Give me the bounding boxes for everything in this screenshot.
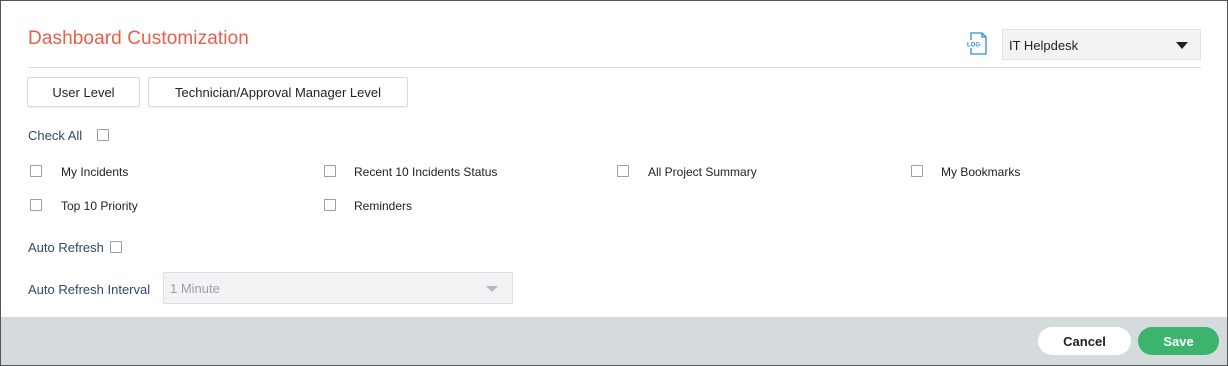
log-file-icon[interactable]: LOG xyxy=(965,32,989,56)
my-incidents-checkbox[interactable] xyxy=(30,165,42,177)
site-select[interactable]: IT Helpdesk xyxy=(1002,29,1201,60)
auto-refresh-interval-label: Auto Refresh Interval xyxy=(28,282,151,297)
auto-refresh-label: Auto Refresh xyxy=(28,240,104,255)
recent-10-incidents-status-label: Recent 10 Incidents Status xyxy=(354,165,498,179)
auto-refresh-interval-value: 1 Minute xyxy=(170,281,220,296)
auto-refresh-checkbox[interactable] xyxy=(110,241,122,253)
top-10-priority-checkbox[interactable] xyxy=(30,199,42,211)
top-10-priority-label: Top 10 Priority xyxy=(61,199,138,213)
my-bookmarks-checkbox[interactable] xyxy=(911,165,923,177)
cancel-button[interactable]: Cancel xyxy=(1038,327,1131,355)
check-all-checkbox[interactable] xyxy=(97,129,109,141)
all-project-summary-checkbox[interactable] xyxy=(617,165,629,177)
tab-technician-approval-manager-level[interactable]: Technician/Approval Manager Level xyxy=(148,77,408,107)
reminders-checkbox[interactable] xyxy=(324,199,336,211)
log-icon-text: LOG xyxy=(967,43,980,49)
page-title: Dashboard Customization xyxy=(28,28,249,49)
chevron-down-icon xyxy=(486,286,498,292)
dashboard-customization-dialog: Dashboard Customization LOG IT Helpdesk … xyxy=(0,0,1228,366)
all-project-summary-label: All Project Summary xyxy=(648,165,757,179)
recent-10-incidents-status-checkbox[interactable] xyxy=(324,165,336,177)
my-bookmarks-label: My Bookmarks xyxy=(941,165,1021,179)
my-incidents-label: My Incidents xyxy=(61,165,129,179)
check-all-label: Check All xyxy=(28,128,83,143)
site-select-value: IT Helpdesk xyxy=(1009,38,1079,53)
header-divider xyxy=(28,67,1201,68)
reminders-label: Reminders xyxy=(354,199,413,213)
save-button[interactable]: Save xyxy=(1138,327,1219,355)
chevron-down-icon xyxy=(1176,42,1188,49)
auto-refresh-interval-select[interactable]: 1 Minute xyxy=(163,272,513,304)
tab-user-level[interactable]: User Level xyxy=(27,77,140,107)
